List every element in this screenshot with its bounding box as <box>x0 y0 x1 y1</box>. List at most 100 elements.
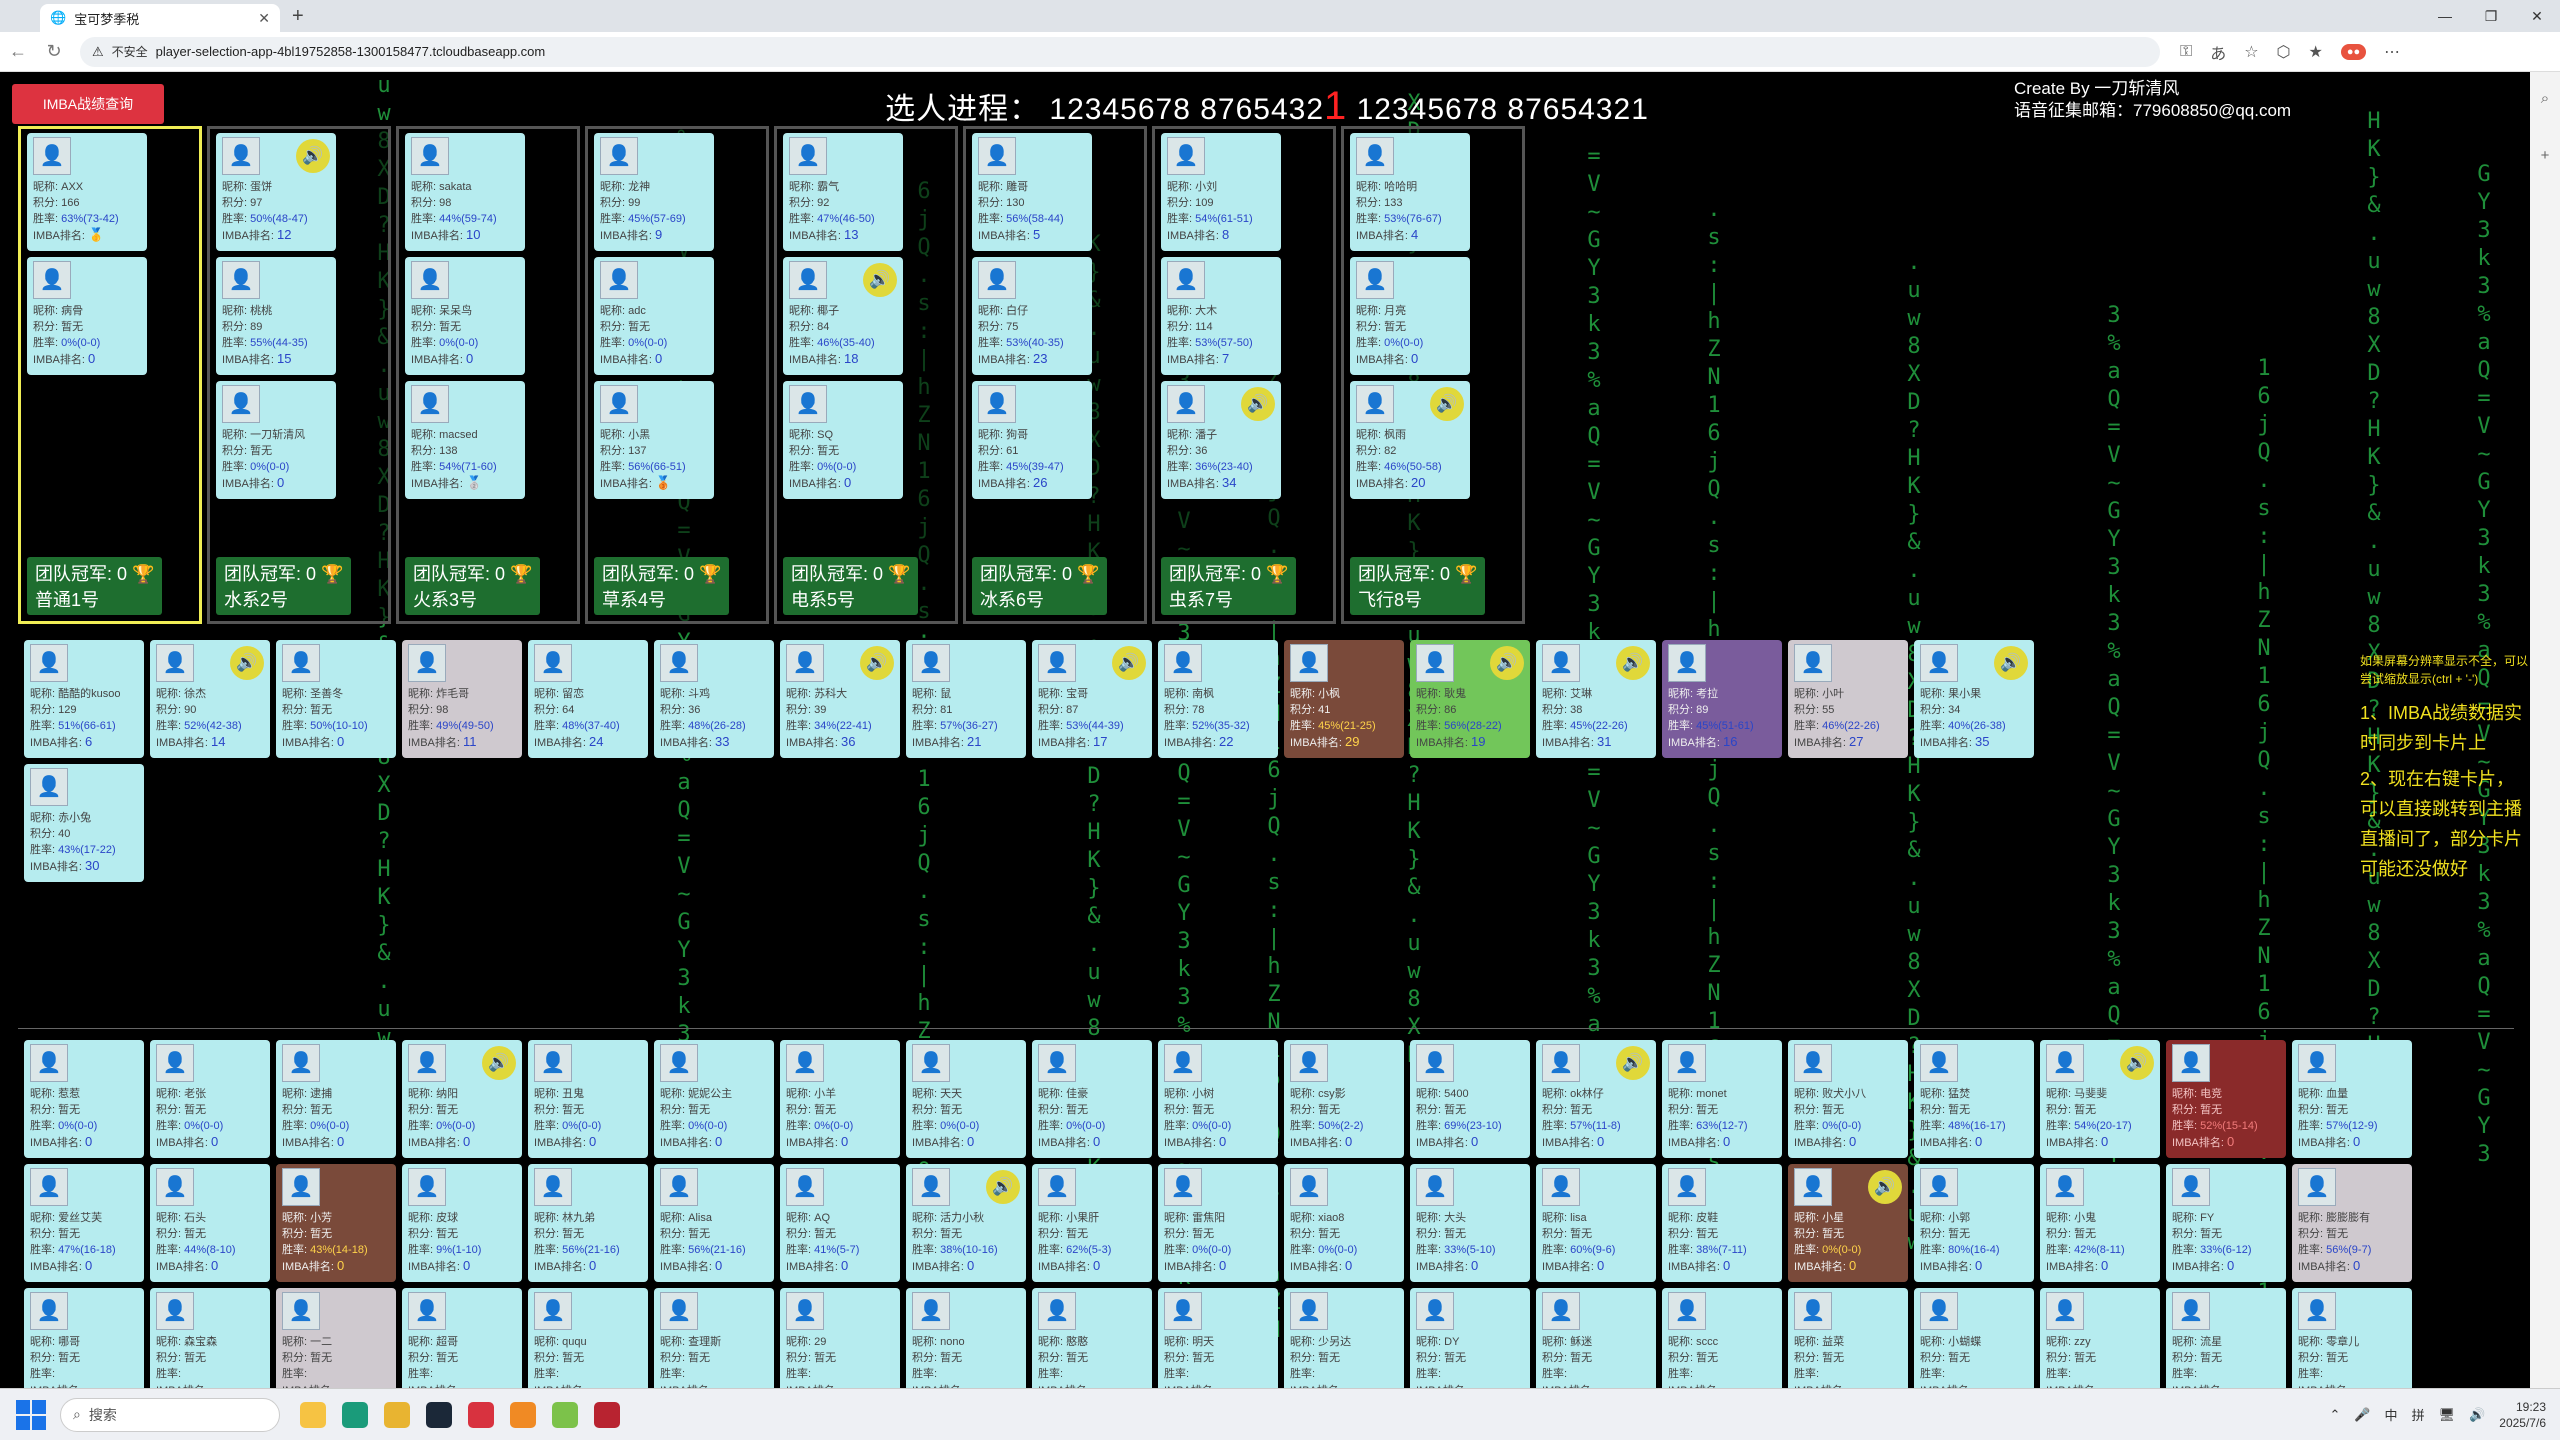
player-card[interactable]: 👤 昵称: 小枫 积分: 41 胜率: 45%(21-25) IMBA排名: 2… <box>1284 640 1404 758</box>
player-card[interactable]: 👤 昵称: 林九弟 积分: 暂无 胜率: 56%(21-16) IMBA排名: … <box>528 1164 648 1282</box>
new-tab-button[interactable]: + <box>292 5 304 28</box>
player-card[interactable]: 👤 🔊 昵称: 纳阳 积分: 暂无 胜率: 0%(0-0) IMBA排名: 0 <box>402 1040 522 1158</box>
player-card[interactable]: 👤 昵称: 病骨 积分: 暂无 胜率: 0%(0-0) IMBA排名: 0 <box>27 257 147 375</box>
player-card[interactable]: 👤 昵称: nono 积分: 暂无 胜率: IMBA排名: <box>906 1288 1026 1388</box>
speaker-icon[interactable]: 🔊 <box>482 1046 516 1080</box>
player-card[interactable]: 👤 昵称: xiao8 积分: 暂无 胜率: 0%(0-0) IMBA排名: 0 <box>1284 1164 1404 1282</box>
speaker-icon[interactable]: 🔊 <box>1616 1046 1650 1080</box>
player-card[interactable]: 👤 🔊 昵称: 苏科大 积分: 39 胜率: 34%(22-41) IMBA排名:… <box>780 640 900 758</box>
url-field[interactable]: ⚠ 不安全 player-selection-app-4bl19752858-1… <box>80 36 2160 67</box>
player-card[interactable]: 👤 昵称: 小鬼 积分: 暂无 胜率: 42%(8-11) IMBA排名: 0 <box>2040 1164 2160 1282</box>
player-card[interactable]: 👤 昵称: monet 积分: 暂无 胜率: 63%(12-7) IMBA排名:… <box>1662 1040 1782 1158</box>
player-card[interactable]: 👤 昵称: 一二 积分: 暂无 胜率: IMBA排名: <box>276 1288 396 1388</box>
player-card[interactable]: 👤 昵称: 小黑 积分: 137 胜率: 56%(66-51) IMBA排名: … <box>594 381 714 499</box>
player-card[interactable]: 👤 昵称: 皮球 积分: 暂无 胜率: 9%(1-10) IMBA排名: 0 <box>402 1164 522 1282</box>
player-card[interactable]: 👤 昵称: 爱丝艾芙 积分: 暂无 胜率: 47%(16-18) IMBA排名:… <box>24 1164 144 1282</box>
speaker-icon[interactable]: 🔊 <box>1994 646 2028 680</box>
team-panel[interactable]: 👤 昵称: 小刘 积分: 109 胜率: 54%(61-51) IMBA排名: … <box>1152 126 1336 624</box>
speaker-icon[interactable]: 🔊 <box>860 646 894 680</box>
player-card[interactable]: 👤 昵称: 霸气 积分: 92 胜率: 47%(46-50) IMBA排名: 1… <box>783 133 903 251</box>
player-card[interactable]: 👤 🔊 昵称: 活力小秋 积分: 暂无 胜率: 38%(10-16) IMBA排名… <box>906 1164 1026 1282</box>
speaker-icon[interactable]: 🔊 <box>1430 387 1464 421</box>
team-panel[interactable]: 👤 昵称: AXX 积分: 166 胜率: 63%(73-42) IMBA排名:… <box>18 126 202 624</box>
speaker-icon[interactable]: 🔊 <box>1112 646 1146 680</box>
close-tab-icon[interactable]: ✕ <box>258 10 270 27</box>
network-icon[interactable]: 🖥 <box>2439 1407 2456 1423</box>
player-card[interactable]: 👤 昵称: 森宝森 积分: 暂无 胜率: IMBA排名: <box>150 1288 270 1388</box>
clock[interactable]: 19:23 2025/7/6 <box>2499 1399 2546 1431</box>
app-icon[interactable] <box>594 1401 620 1428</box>
player-card[interactable]: 👤 昵称: 惹惹 积分: 暂无 胜率: 0%(0-0) IMBA排名: 0 <box>24 1040 144 1158</box>
player-card[interactable]: 👤 昵称: 酷酷的kusoo 积分: 129 胜率: 51%(66-61) IM… <box>24 640 144 758</box>
player-card[interactable]: 👤 昵称: 败犬小八 积分: 暂无 胜率: 0%(0-0) IMBA排名: 0 <box>1788 1040 1908 1158</box>
more-menu-icon[interactable]: ⋯ <box>2384 42 2400 62</box>
file-explorer-icon[interactable] <box>300 1401 326 1428</box>
player-card[interactable]: 👤 昵称: 哈哈明 积分: 133 胜率: 53%(76-67) IMBA排名:… <box>1350 133 1470 251</box>
minimize-icon[interactable]: — <box>2422 0 2468 32</box>
player-card[interactable]: 👤 🔊 昵称: ok林仔 积分: 暂无 胜率: 57%(11-8) IMBA排名:… <box>1536 1040 1656 1158</box>
app-icon[interactable] <box>384 1401 410 1428</box>
team-panel[interactable]: 👤 昵称: 哈哈明 积分: 133 胜率: 53%(76-67) IMBA排名:… <box>1341 126 1525 624</box>
player-card[interactable]: 👤 昵称: 鼠 积分: 81 胜率: 57%(36-27) IMBA排名: 21 <box>906 640 1026 758</box>
player-card[interactable]: 👤 昵称: 小羊 积分: 暂无 胜率: 0%(0-0) IMBA排名: 0 <box>780 1040 900 1158</box>
player-card[interactable]: 👤 昵称: 稣迷 积分: 暂无 胜率: IMBA排名: <box>1536 1288 1656 1388</box>
player-card[interactable]: 👤 昵称: 逮捕 积分: 暂无 胜率: 0%(0-0) IMBA排名: 0 <box>276 1040 396 1158</box>
player-card[interactable]: 👤 昵称: 大木 积分: 114 胜率: 53%(57-50) IMBA排名: … <box>1161 257 1281 375</box>
player-card[interactable]: 👤 昵称: 龙神 积分: 99 胜率: 45%(57-69) IMBA排名: 9 <box>594 133 714 251</box>
player-card[interactable]: 👤 昵称: 明天 积分: 暂无 胜率: IMBA排名: <box>1158 1288 1278 1388</box>
player-card[interactable]: 👤 昵称: 电竞 积分: 暂无 胜率: 52%(15-14) IMBA排名: 0 <box>2166 1040 2286 1158</box>
speaker-icon[interactable]: 🔊 <box>1868 1170 1902 1204</box>
browser-tab[interactable]: 🌐 宝可梦季税 ✕ <box>40 4 280 32</box>
player-card[interactable]: 👤 昵称: 赤小兔 积分: 40 胜率: 43%(17-22) IMBA排名: … <box>24 764 144 882</box>
player-card[interactable]: 👤 昵称: 丑鬼 积分: 暂无 胜率: 0%(0-0) IMBA排名: 0 <box>528 1040 648 1158</box>
search-icon[interactable]: ⌕ <box>2541 90 2549 107</box>
player-card[interactable]: 👤 昵称: 雷焦阳 积分: 暂无 胜率: 0%(0-0) IMBA排名: 0 <box>1158 1164 1278 1282</box>
player-card[interactable]: 👤 昵称: 白仔 积分: 75 胜率: 53%(40-35) IMBA排名: 2… <box>972 257 1092 375</box>
team-panel[interactable]: 👤 昵称: 霸气 积分: 92 胜率: 47%(46-50) IMBA排名: 1… <box>774 126 958 624</box>
player-card[interactable]: 👤 🔊 昵称: 耿鬼 积分: 86 胜率: 56%(28-22) IMBA排名: … <box>1410 640 1530 758</box>
chevron-up-icon[interactable]: ⌃ <box>2329 1407 2340 1423</box>
player-card[interactable]: 👤 昵称: 桃桃 积分: 89 胜率: 55%(44-35) IMBA排名: 1… <box>216 257 336 375</box>
player-card[interactable]: 👤 昵称: 南枫 积分: 78 胜率: 52%(35-32) IMBA排名: 2… <box>1158 640 1278 758</box>
player-card[interactable]: 👤 昵称: SQ 积分: 暂无 胜率: 0%(0-0) IMBA排名: 0 <box>783 381 903 499</box>
player-card[interactable]: 👤 昵称: 呆呆鸟 积分: 暂无 胜率: 0%(0-0) IMBA排名: 0 <box>405 257 525 375</box>
player-card[interactable]: 👤 昵称: 血量 积分: 暂无 胜率: 57%(12-9) IMBA排名: 0 <box>2292 1040 2412 1158</box>
player-card[interactable]: 👤 昵称: 憨憨 积分: 暂无 胜率: IMBA排名: <box>1032 1288 1152 1388</box>
player-card[interactable]: 👤 🔊 昵称: 徐杰 积分: 90 胜率: 52%(42-38) IMBA排名: … <box>150 640 270 758</box>
speaker-icon[interactable]: 🔊 <box>986 1170 1020 1204</box>
player-card[interactable]: 👤 昵称: macsed 积分: 138 胜率: 54%(71-60) IMBA… <box>405 381 525 499</box>
player-card[interactable]: 👤 昵称: 小芳 积分: 暂无 胜率: 43%(14-18) IMBA排名: 0 <box>276 1164 396 1282</box>
player-card[interactable]: 👤 昵称: zzy 积分: 暂无 胜率: IMBA排名: <box>2040 1288 2160 1388</box>
edge-icon[interactable] <box>342 1401 368 1428</box>
player-card[interactable]: 👤 🔊 昵称: 椰子 积分: 84 胜率: 46%(35-40) IMBA排名: … <box>783 257 903 375</box>
player-card[interactable]: 👤 昵称: ququ 积分: 暂无 胜率: IMBA排名: <box>528 1288 648 1388</box>
player-card[interactable]: 👤 昵称: AQ 积分: 暂无 胜率: 41%(5-7) IMBA排名: 0 <box>780 1164 900 1282</box>
app-icon[interactable] <box>468 1401 494 1428</box>
team-panel[interactable]: 👤 昵称: 雕哥 积分: 130 胜率: 56%(58-44) IMBA排名: … <box>963 126 1147 624</box>
player-card[interactable]: 👤 昵称: 超哥 积分: 暂无 胜率: IMBA排名: <box>402 1288 522 1388</box>
player-card[interactable]: 👤 昵称: 老张 积分: 暂无 胜率: 0%(0-0) IMBA排名: 0 <box>150 1040 270 1158</box>
restore-icon[interactable]: ❐ <box>2468 0 2514 32</box>
key-icon[interactable]: ⚿ <box>2180 43 2192 61</box>
player-card[interactable]: 👤 昵称: Alisa 积分: 暂无 胜率: 56%(21-16) IMBA排名… <box>654 1164 774 1282</box>
steam-icon[interactable] <box>426 1401 452 1428</box>
player-card[interactable]: 👤 昵称: adc 积分: 暂无 胜率: 0%(0-0) IMBA排名: 0 <box>594 257 714 375</box>
player-card[interactable]: 👤 昵称: 月亮 积分: 暂无 胜率: 0%(0-0) IMBA排名: 0 <box>1350 257 1470 375</box>
player-card[interactable]: 👤 昵称: sakata 积分: 98 胜率: 44%(59-74) IMBA排… <box>405 133 525 251</box>
team-panel[interactable]: 👤 昵称: 龙神 积分: 99 胜率: 45%(57-69) IMBA排名: 9… <box>585 126 769 624</box>
app-icon[interactable] <box>510 1401 536 1428</box>
player-card[interactable]: 👤 昵称: 5400 积分: 暂无 胜率: 69%(23-10) IMBA排名:… <box>1410 1040 1530 1158</box>
player-card[interactable]: 👤 昵称: 天天 积分: 暂无 胜率: 0%(0-0) IMBA排名: 0 <box>906 1040 1026 1158</box>
extensions-icon[interactable]: ⬡ <box>2277 42 2291 62</box>
player-card[interactable]: 👤 🔊 昵称: 小星 积分: 暂无 胜率: 0%(0-0) IMBA排名: 0 <box>1788 1164 1908 1282</box>
player-card[interactable]: 👤 昵称: 一刀斩清风 积分: 暂无 胜率: 0%(0-0) IMBA排名: 0 <box>216 381 336 499</box>
taskbar-search[interactable]: ⌕ 搜索 <box>60 1397 280 1432</box>
start-button[interactable] <box>16 1399 46 1430</box>
speaker-icon[interactable]: 🔊 <box>1490 646 1524 680</box>
player-card[interactable]: 👤 🔊 昵称: 果小果 积分: 34 胜率: 40%(26-38) IMBA排名:… <box>1914 640 2034 758</box>
player-card[interactable]: 👤 昵称: DY 积分: 暂无 胜率: IMBA排名: <box>1410 1288 1530 1388</box>
player-card[interactable]: 👤 昵称: 妮妮公主 积分: 暂无 胜率: 0%(0-0) IMBA排名: 0 <box>654 1040 774 1158</box>
reload-icon[interactable]: ↻ <box>36 41 72 62</box>
player-card[interactable]: 👤 🔊 昵称: 蛋饼 积分: 97 胜率: 50%(48-47) IMBA排名: … <box>216 133 336 251</box>
player-card[interactable]: 👤 昵称: 小刘 积分: 109 胜率: 54%(61-51) IMBA排名: … <box>1161 133 1281 251</box>
